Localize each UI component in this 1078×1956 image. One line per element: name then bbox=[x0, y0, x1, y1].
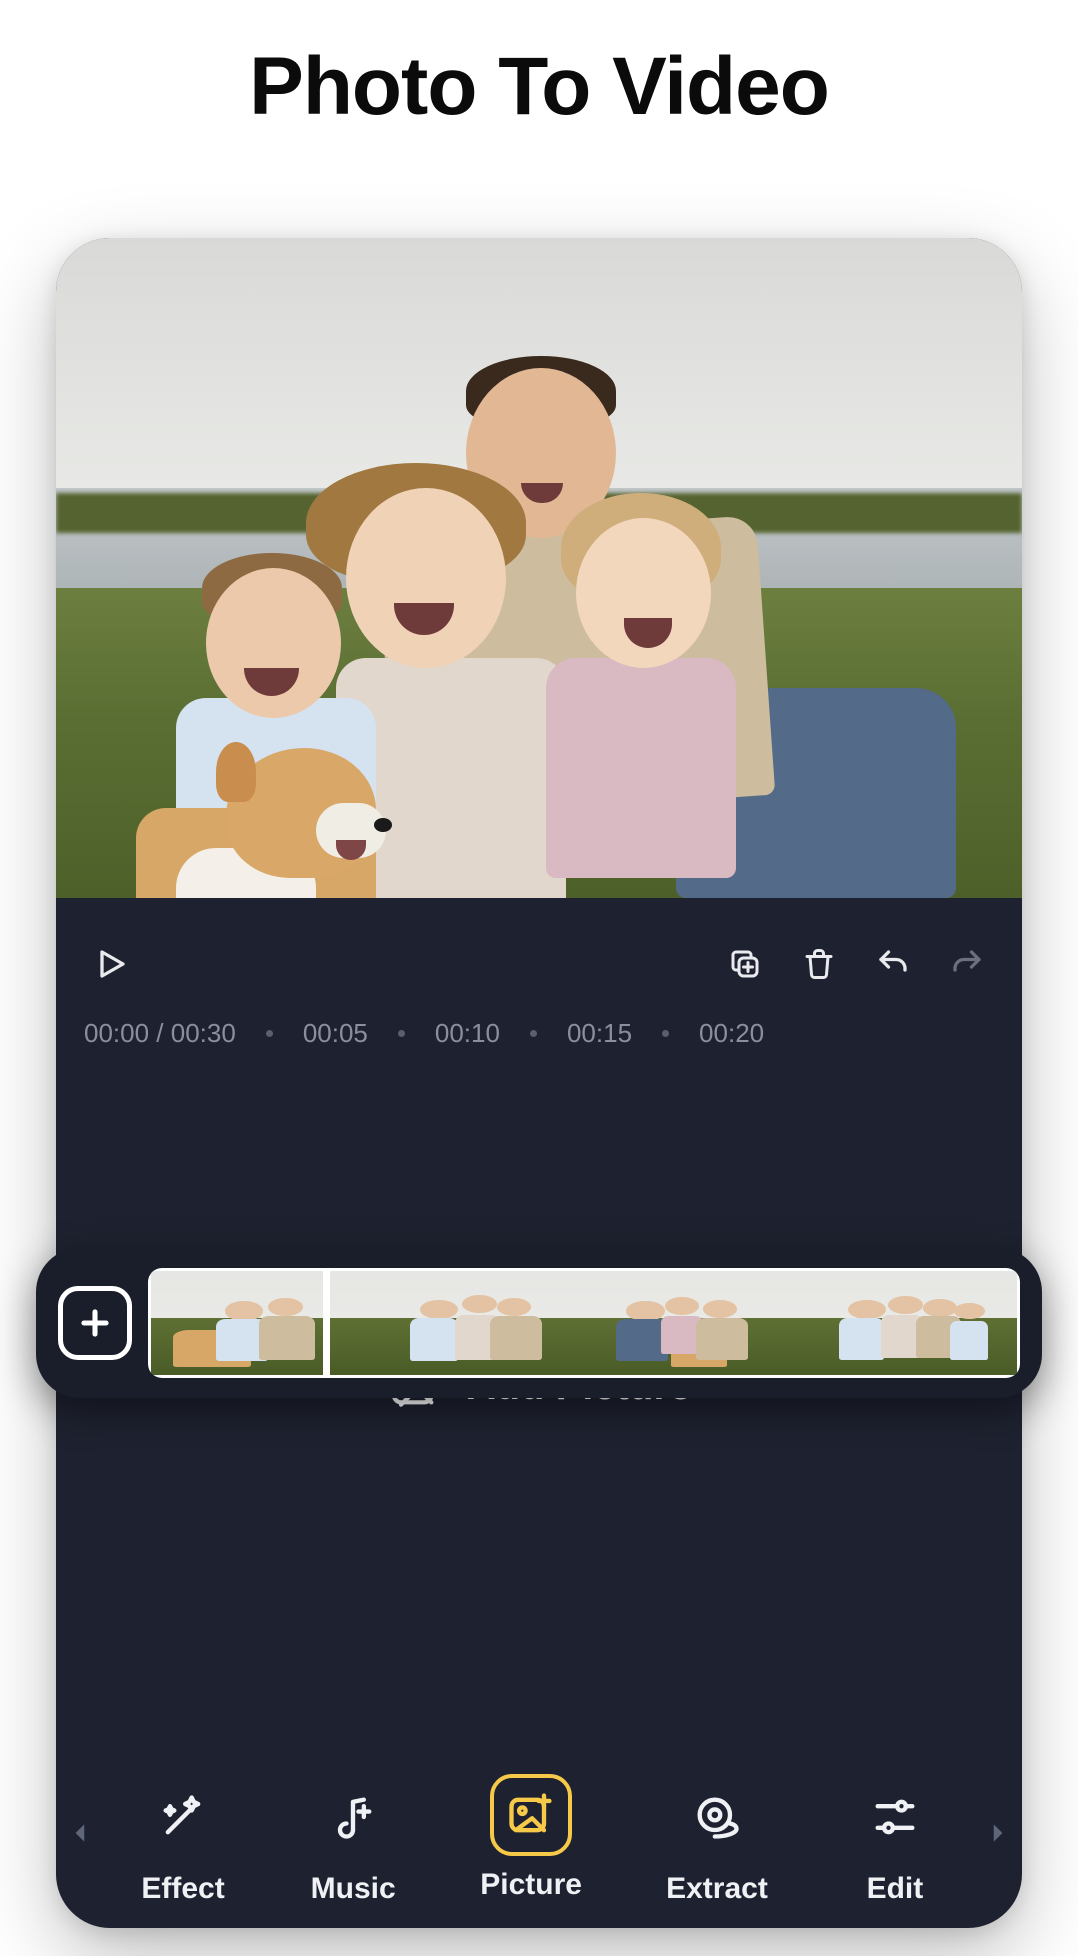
tool-edit[interactable]: Edit bbox=[852, 1774, 938, 1906]
hero-title: Photo To Video bbox=[0, 40, 1078, 134]
plus-icon bbox=[76, 1304, 114, 1342]
redo-button[interactable] bbox=[940, 937, 994, 991]
delete-button[interactable] bbox=[792, 937, 846, 991]
tool-label: Music bbox=[311, 1872, 396, 1906]
chevron-left-icon bbox=[68, 1820, 94, 1846]
preview-illustration bbox=[136, 368, 942, 878]
ruler-tick: 00:20 bbox=[699, 1018, 764, 1049]
ruler-position: 00:00 / 00:30 bbox=[84, 1018, 236, 1049]
redo-icon bbox=[949, 946, 985, 982]
tool-picture[interactable]: Picture bbox=[480, 1774, 582, 1902]
clips-strip[interactable] bbox=[148, 1268, 1020, 1378]
tool-effect[interactable]: Effect bbox=[140, 1774, 226, 1906]
copy-button[interactable] bbox=[718, 937, 772, 991]
ruler-tick: 00:15 bbox=[567, 1018, 632, 1049]
video-preview[interactable] bbox=[56, 238, 1022, 898]
tool-label: Effect bbox=[141, 1872, 224, 1906]
timeline[interactable] bbox=[36, 1248, 1042, 1398]
timeline-clip[interactable] bbox=[151, 1271, 368, 1375]
music-plus-icon bbox=[327, 1791, 379, 1843]
timeline-clip[interactable] bbox=[584, 1271, 801, 1375]
timeline-clip[interactable] bbox=[368, 1271, 585, 1375]
device-frame: 00:00 / 00:30 00:05 00:10 00:15 00:20 Ad… bbox=[56, 238, 1022, 1928]
tool-label: Picture bbox=[480, 1868, 582, 1902]
undo-button[interactable] bbox=[866, 937, 920, 991]
trash-icon bbox=[801, 946, 837, 982]
sliders-icon bbox=[869, 1791, 921, 1843]
tool-label: Edit bbox=[867, 1872, 924, 1906]
toolbar-scroll-left[interactable] bbox=[64, 1820, 98, 1846]
player-controls bbox=[56, 898, 1022, 1006]
bottom-toolbar: Effect Music bbox=[56, 1738, 1022, 1928]
tool-extract[interactable]: Extract bbox=[666, 1774, 768, 1906]
extract-icon bbox=[691, 1791, 743, 1843]
play-icon bbox=[93, 946, 129, 982]
play-button[interactable] bbox=[84, 937, 138, 991]
ruler-tick: 00:05 bbox=[303, 1018, 368, 1049]
picture-plus-icon bbox=[505, 1789, 557, 1841]
magic-wand-icon bbox=[157, 1791, 209, 1843]
tool-label: Extract bbox=[666, 1872, 768, 1906]
playhead[interactable] bbox=[323, 1268, 330, 1378]
copy-icon bbox=[727, 946, 763, 982]
ruler-tick: 00:10 bbox=[435, 1018, 500, 1049]
timeline-clip[interactable] bbox=[801, 1271, 1018, 1375]
tool-music[interactable]: Music bbox=[310, 1774, 396, 1906]
ruler[interactable]: 00:00 / 00:30 00:05 00:10 00:15 00:20 bbox=[56, 1006, 1022, 1081]
chevron-right-icon bbox=[984, 1820, 1010, 1846]
toolbar-scroll-right[interactable] bbox=[980, 1820, 1014, 1846]
add-clip-button[interactable] bbox=[58, 1286, 132, 1360]
undo-icon bbox=[875, 946, 911, 982]
